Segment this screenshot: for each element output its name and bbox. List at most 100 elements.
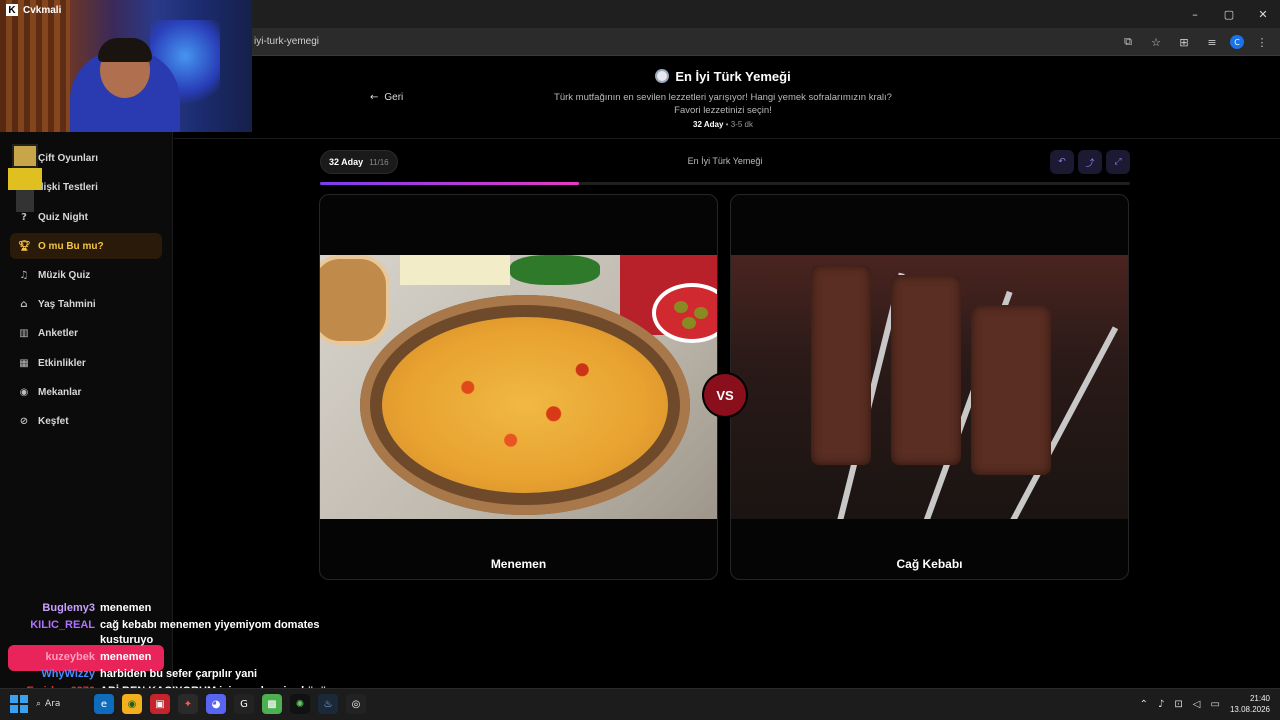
avatar-head (12, 144, 38, 168)
avatar-legs (16, 190, 34, 212)
app-red-icon[interactable]: ▣ (150, 694, 170, 714)
taskbar-search[interactable]: ⌕ Ara (36, 699, 86, 709)
system-clock[interactable]: 21:40 13.08.2026 (1230, 693, 1270, 715)
sidebar-item-label: Quiz Night (38, 211, 88, 223)
edge-icon[interactable]: e (94, 694, 114, 714)
obs-icon[interactable]: ◎ (346, 694, 366, 714)
minecraft-avatar-overlay (6, 144, 44, 214)
clock-time: 21:40 (1249, 694, 1270, 703)
chrome-icon[interactable]: ◉ (122, 694, 142, 714)
menemen-dish (382, 317, 668, 493)
media-control-icon[interactable]: ≡ (1202, 32, 1222, 52)
bookmark-star-icon[interactable]: ☆ (1146, 32, 1166, 52)
bar-chart-icon: ▥ (19, 327, 29, 339)
description-line-1: Türk mutfağının en sevilen lezzetleri ya… (554, 92, 892, 103)
chat-username: Buglemy3 (42, 602, 95, 614)
volume-icon[interactable]: ◁ (1193, 699, 1201, 710)
cake-icon: ⌂ (20, 298, 28, 310)
taskbar-apps: ⌕ Ara e ◉ ▣ ✦ ◕ G ▩ ✺ ♨ ◎ (10, 694, 366, 714)
trophy-icon: 🏆︎ (18, 240, 31, 252)
browser-menu-icon[interactable]: ⋮ (1252, 32, 1272, 52)
search-icon: ⌕ (36, 699, 42, 709)
stream-logo-icon: K (6, 4, 18, 16)
undo-button[interactable]: ↶ (1050, 150, 1074, 174)
matchup-card-right[interactable]: Cağ Kebabı (730, 194, 1129, 580)
matchup-card-left[interactable]: Menemen (319, 194, 718, 580)
browser-toolbar-icons: ⧉ ☆ ⊞ ≡ C ⋮ (1118, 32, 1272, 52)
clock-date: 13.08.2026 (1229, 705, 1270, 714)
description-line-2: Favori lezzetinizi seçin! (674, 105, 772, 116)
bread-slice (320, 255, 390, 345)
sidebar-item-kesfet[interactable]: ⊘ Keşfet (10, 408, 162, 434)
maximize-button[interactable]: ▢ (1212, 0, 1246, 28)
sidebar-item-etkinlikler[interactable]: ▦ Etkinlikler (10, 350, 162, 376)
meat-skewer (891, 275, 961, 465)
sidebar-item-label: O mu Bu mu? (38, 240, 104, 252)
chat-username: KILIC_REAL (30, 619, 95, 631)
minecraft-icon[interactable]: ▩ (262, 694, 282, 714)
round-actions: ↶ ⤴ ⤢ (1050, 150, 1130, 174)
microphone-icon[interactable]: ♪ (1158, 699, 1164, 710)
sidebar-item-label: Yaş Tahmini (38, 298, 96, 310)
battery-icon[interactable]: ▭ (1211, 699, 1220, 710)
chat-text: menemen (100, 602, 152, 614)
share-button[interactable]: ⤴ (1078, 150, 1102, 174)
sidebar-item-label: Keşfet (38, 415, 69, 427)
stream-chat-overlay: Buglemy3 menemen KILIC_REAL cağ kebabı m… (0, 602, 380, 711)
page-meta: 32 Aday • 3-5 dk (174, 120, 1272, 129)
meat-skewer (811, 265, 871, 465)
system-tray: ⌃ ♪ ⊡ ◁ ▭ 21:40 13.08.2026 (1140, 693, 1270, 715)
chat-username: WhyWizzy (41, 668, 95, 680)
sidebar-item-mekanlar[interactable]: ◉ Mekanlar (10, 379, 162, 405)
sidebar-item-label: Anketler (38, 327, 79, 339)
windows-start-icon[interactable] (10, 695, 28, 713)
round-title: En İyi Türk Yemeği (687, 156, 763, 166)
cag-kebabi-photo (731, 255, 1128, 519)
sidebar-item-o-mu-bu-mu[interactable]: 🏆︎ O mu Bu mu? (10, 233, 162, 259)
plate-icon (655, 69, 670, 83)
chevron-up-icon[interactable]: ⌃ (1140, 699, 1148, 710)
sidebar-item-anketler[interactable]: ▥ Anketler (10, 320, 162, 346)
address-bar-url[interactable]: iyi-turk-yemegi (254, 36, 319, 47)
network-icon[interactable]: ⊡ (1174, 699, 1182, 710)
round-progress-bar (320, 182, 1130, 185)
vs-badge: VS (704, 374, 746, 416)
app-green-icon[interactable]: ✺ (290, 694, 310, 714)
webcam-curtain (0, 0, 70, 132)
taskbar-search-label: Ara (45, 699, 61, 709)
app-g-icon[interactable]: G (234, 694, 254, 714)
parsley (510, 255, 600, 285)
sidebar-item-label: Çift Oyunları (38, 152, 99, 164)
estimated-time: 3-5 dk (730, 120, 753, 129)
discord-icon[interactable]: ◕ (206, 694, 226, 714)
headphones-icon: ♫ (19, 269, 29, 281)
minimize-button[interactable]: – (1178, 0, 1212, 28)
sidebar-item-muzik-quiz[interactable]: ♫ Müzik Quiz (10, 262, 162, 288)
chat-text: kusturuyo (100, 634, 154, 646)
candidate-count: 32 Aday (693, 120, 724, 129)
sidebar-item-label: Mekanlar (38, 386, 82, 398)
stream-channel-name: Cvkmali (23, 4, 62, 16)
candidate-name-left: Menemen (490, 557, 547, 571)
chat-text: cağ kebabı menemen yiyemiyom domates (100, 619, 320, 631)
cheese-plate (400, 255, 510, 285)
menemen-photo (320, 255, 717, 519)
steam-icon[interactable]: ♨ (318, 694, 338, 714)
stream-app-label: K Cvkmali (6, 4, 61, 16)
round-progress-fill (320, 182, 580, 185)
app-game-icon[interactable]: ✦ (178, 694, 198, 714)
compass-icon: ⊘ (19, 415, 29, 427)
map-pin-icon: ◉ (19, 386, 29, 398)
chat-text: menemen (100, 651, 152, 663)
sidebar-item-label: İlişki Testleri (38, 181, 98, 193)
page-title-text: En İyi Türk Yemeği (675, 69, 791, 84)
meta-separator: • (725, 120, 729, 129)
profile-avatar[interactable]: C (1230, 35, 1244, 49)
olive (682, 317, 696, 329)
cast-icon[interactable]: ⧉ (1118, 32, 1138, 52)
close-window-button[interactable]: ✕ (1246, 0, 1280, 28)
fullscreen-button[interactable]: ⤢ (1106, 150, 1130, 174)
sidebar-item-yas-tahmini[interactable]: ⌂ Yaş Tahmini (10, 291, 162, 317)
candidate-name-right: Cağ Kebabı (896, 557, 963, 571)
extensions-icon[interactable]: ⊞ (1174, 32, 1194, 52)
